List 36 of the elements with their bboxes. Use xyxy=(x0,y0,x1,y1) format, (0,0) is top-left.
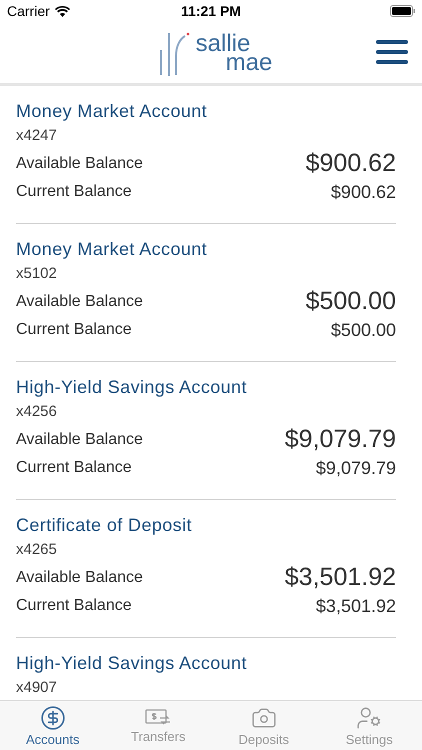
account-name[interactable]: Money Market Account xyxy=(16,98,396,124)
user-gear-icon xyxy=(356,704,382,730)
dollar-circle-icon xyxy=(40,704,66,730)
current-balance-label: Current Balance xyxy=(16,458,132,478)
account-number: x4907 xyxy=(16,678,58,698)
account-number: x4256 xyxy=(16,402,58,422)
current-balance-amount: $9,079.79 xyxy=(316,456,396,480)
logo-text: sallie xyxy=(196,34,252,52)
available-balance-amount: $500.00 xyxy=(306,286,396,318)
current-balance-label: Current Balance xyxy=(16,596,132,616)
current-balance-amount: $900.62 xyxy=(330,180,396,204)
status-time: 11:21 PM xyxy=(181,2,241,20)
wifi-icon xyxy=(54,6,70,16)
battery-icon xyxy=(390,5,415,17)
available-balance-label: Available Balance xyxy=(16,292,143,312)
account-name[interactable]: High-Yield Savings Account xyxy=(16,650,396,676)
account-number: x5102 xyxy=(16,264,58,284)
current-balance-amount: $500.00 xyxy=(330,318,396,342)
menu-button[interactable] xyxy=(376,40,408,64)
account-name[interactable]: Money Market Account xyxy=(16,236,396,262)
account-name[interactable]: High-Yield Savings Account xyxy=(16,374,396,400)
logo-text: mae xyxy=(226,52,272,72)
tab-bar-item[interactable]: Accounts xyxy=(0,701,106,750)
account-number: x4265 xyxy=(16,540,58,560)
available-balance-label: Available Balance xyxy=(16,430,143,450)
available-balance-amount: $900.62 xyxy=(306,148,396,180)
available-balance-amount: $3,501.92 xyxy=(284,562,396,594)
current-balance-amount: $3,501.92 xyxy=(316,594,396,618)
carrier-name: Carrier xyxy=(7,2,50,20)
current-balance-label: Current Balance xyxy=(16,320,132,340)
account-number: x4247 xyxy=(16,126,58,146)
current-balance-label: Current Balance xyxy=(16,182,132,202)
available-balance-label: Available Balance xyxy=(16,154,143,174)
available-balance-label: Available Balance xyxy=(16,568,143,588)
available-balance-amount: $9,079.79 xyxy=(284,424,396,456)
account-name[interactable]: Certificate of Deposit xyxy=(16,512,396,538)
